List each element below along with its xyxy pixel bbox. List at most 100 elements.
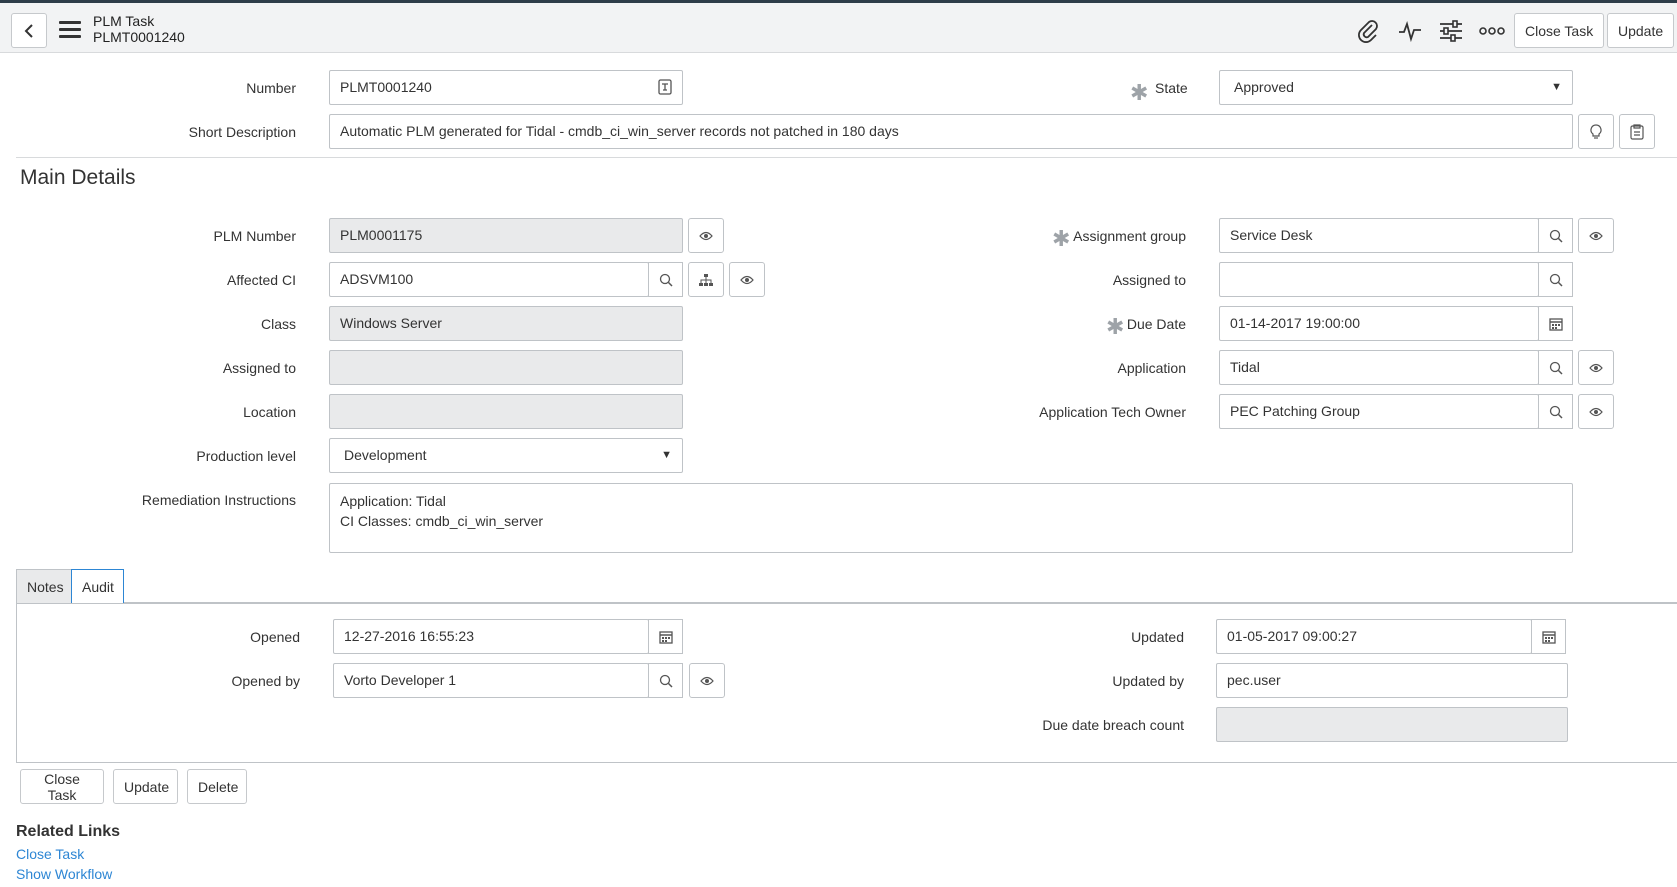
close-task-link[interactable]: Close Task bbox=[16, 846, 84, 862]
app-tech-owner-label: Application Tech Owner bbox=[1039, 404, 1186, 420]
header-close-task-button[interactable]: Close Task bbox=[1514, 13, 1605, 48]
affected-ci-lookup-button[interactable] bbox=[648, 262, 683, 297]
updated-picker-button[interactable] bbox=[1531, 619, 1566, 654]
due-date-picker-button[interactable] bbox=[1538, 306, 1573, 341]
form-title: PLM Task bbox=[93, 13, 155, 29]
eye-icon bbox=[740, 275, 754, 285]
tab-notes[interactable]: Notes bbox=[16, 569, 72, 603]
close-task-button[interactable]: Close Task bbox=[20, 769, 104, 804]
form-header: PLM Task PLMT0001240 Close Task Update bbox=[0, 0, 1677, 53]
application-field[interactable]: Tidal bbox=[1219, 350, 1539, 385]
updated-label: Updated bbox=[1131, 629, 1184, 645]
opened-by-value: Vorto Developer 1 bbox=[344, 672, 457, 688]
opened-value: 12-27-2016 16:55:23 bbox=[344, 628, 474, 644]
activity-icon[interactable] bbox=[1396, 17, 1424, 45]
assigned-to-left-field[interactable] bbox=[329, 350, 683, 385]
menu-icon[interactable] bbox=[59, 21, 81, 39]
remediation-textarea[interactable]: Application: Tidal CI Classes: cmdb_ci_w… bbox=[329, 483, 1573, 553]
search-icon bbox=[1549, 229, 1563, 243]
assignment-group-preview-button[interactable] bbox=[1578, 218, 1614, 253]
opened-by-preview-button[interactable] bbox=[689, 663, 725, 698]
update-button[interactable]: Update bbox=[113, 769, 178, 804]
short-description-label: Short Description bbox=[188, 124, 296, 140]
class-label: Class bbox=[260, 316, 296, 332]
ci-relations-button[interactable] bbox=[688, 262, 724, 297]
opened-label: Opened bbox=[250, 629, 300, 645]
number-label: Number bbox=[246, 80, 296, 96]
remediation-line: CI Classes: cmdb_ci_win_server bbox=[340, 513, 544, 529]
short-description-field[interactable]: Automatic PLM generated for Tidal - cmdb… bbox=[329, 114, 1573, 149]
section-divider bbox=[16, 157, 1677, 158]
eye-icon bbox=[1589, 363, 1603, 373]
number-field[interactable]: PLMT0001240 bbox=[329, 70, 683, 105]
opened-by-field[interactable]: Vorto Developer 1 bbox=[333, 663, 649, 698]
updated-by-field[interactable]: pec.user bbox=[1216, 663, 1568, 698]
delete-button[interactable]: Delete bbox=[187, 769, 247, 804]
back-button[interactable] bbox=[11, 13, 47, 48]
eye-icon bbox=[700, 676, 714, 686]
affected-ci-field[interactable]: ADSVM100 bbox=[329, 262, 649, 297]
production-level-value: Development bbox=[344, 447, 427, 463]
calendar-icon bbox=[1548, 317, 1563, 331]
related-links-title: Related Links bbox=[16, 823, 121, 840]
updated-by-label: Updated by bbox=[1112, 673, 1184, 689]
paperclip-icon[interactable] bbox=[1354, 17, 1382, 45]
assigned-to-lookup-button[interactable] bbox=[1538, 262, 1573, 297]
number-value: PLMT0001240 bbox=[340, 79, 432, 95]
assigned-to-right-field[interactable] bbox=[1219, 262, 1539, 297]
app-tech-owner-lookup-button[interactable] bbox=[1538, 394, 1573, 429]
updated-by-value: pec.user bbox=[1227, 672, 1281, 688]
calendar-icon bbox=[658, 630, 673, 644]
search-icon bbox=[1549, 273, 1563, 287]
short-description-value: Automatic PLM generated for Tidal - cmdb… bbox=[340, 123, 899, 139]
hierarchy-icon bbox=[698, 273, 714, 287]
search-icon bbox=[1549, 361, 1563, 375]
due-date-field[interactable]: 01-14-2017 19:00:00 bbox=[1219, 306, 1539, 341]
application-lookup-button[interactable] bbox=[1538, 350, 1573, 385]
breach-count-field[interactable] bbox=[1216, 707, 1568, 742]
calendar-icon bbox=[1541, 630, 1556, 644]
template-button[interactable] bbox=[1619, 114, 1655, 149]
assigned-to-right-label: Assigned to bbox=[1112, 272, 1186, 288]
search-icon bbox=[659, 674, 673, 688]
suggestion-button[interactable] bbox=[1578, 114, 1614, 149]
plm-number-label: PLM Number bbox=[213, 228, 296, 244]
eye-icon bbox=[1589, 407, 1603, 417]
assignment-group-lookup-button[interactable] bbox=[1538, 218, 1573, 253]
show-workflow-link[interactable]: Show Workflow bbox=[16, 866, 112, 882]
breach-count-label: Due date breach count bbox=[1042, 717, 1184, 733]
opened-picker-button[interactable] bbox=[648, 619, 683, 654]
assignment-group-value: Service Desk bbox=[1230, 227, 1313, 243]
barcode-icon[interactable] bbox=[658, 79, 672, 95]
updated-field[interactable]: 01-05-2017 09:00:27 bbox=[1216, 619, 1532, 654]
more-icon[interactable] bbox=[1478, 17, 1506, 45]
due-date-value: 01-14-2017 19:00:00 bbox=[1230, 315, 1360, 331]
state-label: State bbox=[1155, 80, 1188, 96]
app-tech-owner-preview-button[interactable] bbox=[1578, 394, 1614, 429]
affected-ci-label: Affected CI bbox=[226, 272, 296, 288]
opened-field[interactable]: 12-27-2016 16:55:23 bbox=[333, 619, 649, 654]
updated-value: 01-05-2017 09:00:27 bbox=[1227, 628, 1357, 644]
application-preview-button[interactable] bbox=[1578, 350, 1614, 385]
state-select[interactable]: Approved ▼ bbox=[1219, 70, 1573, 105]
affected-ci-preview-button[interactable] bbox=[729, 262, 765, 297]
tab-audit[interactable]: Audit bbox=[71, 569, 124, 604]
plm-number-field[interactable]: PLM0001175 bbox=[329, 218, 683, 253]
assignment-group-field[interactable]: Service Desk bbox=[1219, 218, 1539, 253]
opened-by-lookup-button[interactable] bbox=[648, 663, 683, 698]
header-update-button[interactable]: Update bbox=[1607, 13, 1675, 48]
remediation-line: Application: Tidal bbox=[340, 493, 446, 509]
app-tech-owner-field[interactable]: PEC Patching Group bbox=[1219, 394, 1539, 429]
eye-icon bbox=[699, 231, 713, 241]
plm-number-preview-button[interactable] bbox=[688, 218, 724, 253]
required-icon: ✱ bbox=[1130, 80, 1149, 105]
sliders-icon[interactable] bbox=[1437, 17, 1465, 45]
class-value: Windows Server bbox=[340, 315, 442, 331]
production-level-select[interactable]: Development ▼ bbox=[329, 438, 683, 473]
state-value: Approved bbox=[1234, 79, 1294, 95]
plm-number-value: PLM0001175 bbox=[340, 227, 423, 243]
remediation-label: Remediation Instructions bbox=[141, 492, 296, 508]
class-field[interactable]: Windows Server bbox=[329, 306, 683, 341]
location-field[interactable] bbox=[329, 394, 683, 429]
assignment-group-label: Assignment group bbox=[1073, 228, 1186, 244]
